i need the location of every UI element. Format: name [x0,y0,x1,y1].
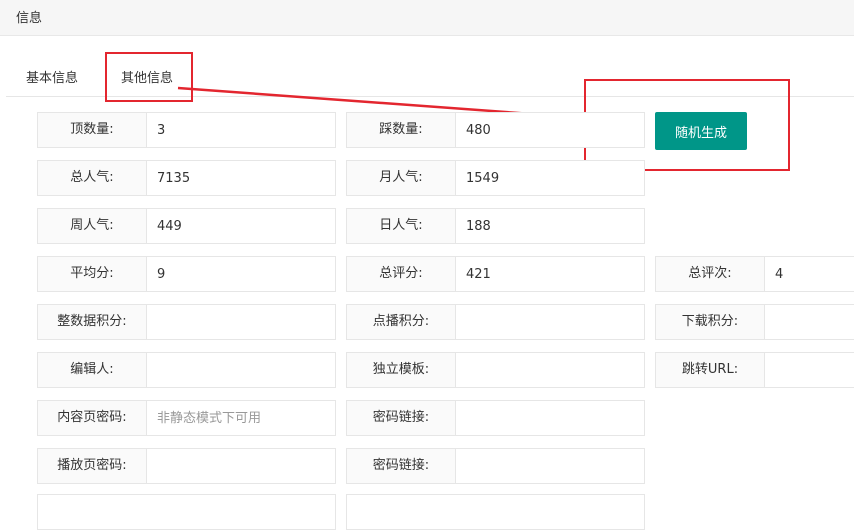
ding-input[interactable] [147,113,335,147]
field-label: 顶数量: [38,113,147,147]
editor-input[interactable] [147,353,335,387]
field-score-avg: 平均分: [37,256,336,292]
page-title: 信息 [16,11,43,26]
password-link-input[interactable] [456,449,644,483]
field-label: 下载积分: [656,305,765,339]
score-avg-input[interactable] [147,257,335,291]
detail-password-input[interactable] [147,401,335,435]
field-jumpurl: 跳转URL: [655,352,854,388]
tab-divider [6,96,854,97]
field-pwd-link-2: 密码链接: [346,448,645,484]
points-down-input[interactable] [765,305,854,339]
hits-day-input[interactable] [456,209,644,243]
field-label: 编辑人: [38,353,147,387]
field-label: 点播积分: [347,305,456,339]
field-pwd-link-1: 密码链接: [346,400,645,436]
field-label: 周人气: [38,209,147,243]
field-hits-day: 日人气: [346,208,645,244]
field-label: 日人气: [347,209,456,243]
field-label: 月人气: [347,161,456,195]
tab-bar: 基本信息 其他信息 [0,36,854,97]
field-pwd-play: 播放页密码: [37,448,336,484]
points-play-input[interactable] [456,305,644,339]
field-label: 总评分: [347,257,456,291]
field-pwd-detail: 内容页密码: [37,400,336,436]
field-points-down: 下载积分: [655,304,854,340]
field-editor: 编辑人: [37,352,336,388]
hits-input[interactable] [147,161,335,195]
field-points-play: 点播积分: [346,304,645,340]
hits-month-input[interactable] [456,161,644,195]
field-label: 密码链接: [347,401,456,435]
field-tpl: 独立模板: [346,352,645,388]
field-label: 总人气: [38,161,147,195]
field-label: 跳转URL: [656,353,765,387]
hits-week-input[interactable] [147,209,335,243]
jumpurl-input[interactable] [765,353,854,387]
field-label: 平均分: [38,257,147,291]
score-all-input[interactable] [456,257,644,291]
field-row-partial [346,494,645,530]
field-ding: 顶数量: [37,112,336,148]
field-label: 独立模板: [347,353,456,387]
password-link-input[interactable] [456,401,644,435]
field-label: 内容页密码: [38,401,147,435]
tab-basic-info[interactable]: 基本信息 [26,67,78,86]
field-label: 总评次: [656,257,765,291]
page-header: 信息 [0,0,854,36]
field-hits: 总人气: [37,160,336,196]
field-label: 整数据积分: [38,305,147,339]
field-score-all: 总评分: [346,256,645,292]
cai-input[interactable] [456,113,644,147]
field-hits-month: 月人气: [346,160,645,196]
play-password-input[interactable] [147,449,335,483]
random-generate-button[interactable]: 随机生成 [655,112,747,150]
score-num-input[interactable] [765,257,854,291]
field-score-num: 总评次: [655,256,854,292]
field-label: 密码链接: [347,449,456,483]
field-row-partial [37,494,336,530]
field-cai: 踩数量: [346,112,645,148]
points-input[interactable] [147,305,335,339]
field-label: 踩数量: [347,113,456,147]
field-hits-week: 周人气: [37,208,336,244]
field-points: 整数据积分: [37,304,336,340]
template-input[interactable] [456,353,644,387]
tab-other-info[interactable]: 其他信息 [121,67,173,86]
field-label: 播放页密码: [38,449,147,483]
